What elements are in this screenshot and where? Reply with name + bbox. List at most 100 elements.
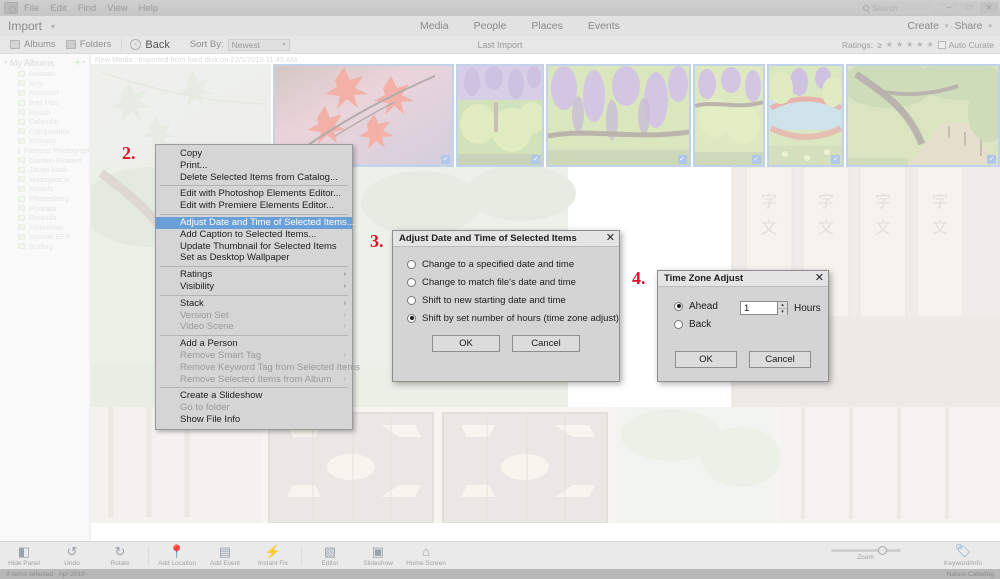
adjust-date-time-dialog[interactable]: Adjust Date and Time of Selected Items ✕… xyxy=(392,230,620,382)
radio-option-back[interactable]: Back xyxy=(674,315,718,333)
chevron-down-icon[interactable]: ▾ xyxy=(945,22,949,30)
context-menu-item[interactable]: Add Caption to Selected Items... xyxy=(156,229,352,241)
context-menu-item[interactable]: Show File Info xyxy=(156,414,352,426)
context-menu-item[interactable]: Edit with Photoshop Elements Editor... xyxy=(156,188,352,200)
radio-option-shift-new-start[interactable]: Shift to new starting date and time xyxy=(393,291,619,309)
radio-icon[interactable] xyxy=(407,259,416,269)
tab-media[interactable]: Media xyxy=(420,20,449,32)
album-item[interactable]: Composition xyxy=(0,127,89,137)
album-item[interactable]: Arty xyxy=(0,79,89,89)
time-zone-adjust-dialog[interactable]: Time Zone Adjust ✕ Ahead Back 1 ▴ ▾ Hour… xyxy=(657,270,829,382)
context-menu-item[interactable]: Edit with Premiere Elements Editor... xyxy=(156,200,352,212)
keyword-info-button[interactable]: 🏷 Keyword/Info xyxy=(934,541,992,569)
import-button[interactable]: Import xyxy=(8,19,42,33)
thumbnail[interactable]: ✓ xyxy=(546,64,691,167)
chevron-down-icon[interactable]: ▾ xyxy=(51,22,55,31)
tab-places[interactable]: Places xyxy=(531,20,563,32)
album-item[interactable]: Assorted xyxy=(0,88,89,98)
radio-option-match-file-datetime[interactable]: Change to match file's date and time xyxy=(393,273,619,291)
menu-file[interactable]: File xyxy=(24,3,39,14)
context-menu-item[interactable]: Create a Slideshow xyxy=(156,390,352,402)
album-item[interactable]: Ethiopia xyxy=(0,136,89,146)
album-item[interactable]: Models xyxy=(0,184,89,194)
star-icon[interactable]: ★ xyxy=(916,40,923,49)
bottom-toolbar-button[interactable]: ▧ Editor xyxy=(306,542,354,570)
thumbnail[interactable]: ✓ xyxy=(766,64,845,167)
context-menu-item[interactable]: Visibility › xyxy=(156,281,352,293)
stepper-up-icon[interactable]: ▴ xyxy=(778,302,787,309)
star-rating[interactable]: ★ ★ ★ ★ ★ xyxy=(886,40,934,49)
album-item[interactable]: Rwanda xyxy=(0,213,89,223)
radio-icon-selected[interactable] xyxy=(674,301,683,311)
bottom-toolbar-button[interactable]: ⌂ Home Screen xyxy=(402,542,450,570)
thumbnail[interactable]: ✓ xyxy=(456,64,544,167)
add-album-icon[interactable]: + xyxy=(75,57,81,69)
star-icon[interactable]: ★ xyxy=(886,40,893,49)
close-icon[interactable]: ✕ xyxy=(815,273,824,284)
bottom-toolbar-button[interactable]: ▣ Slideshow xyxy=(354,542,402,570)
search-input[interactable]: Search xyxy=(860,2,932,14)
ok-button[interactable]: OK xyxy=(432,335,500,352)
triangle-down-icon[interactable]: ▾ xyxy=(4,59,7,66)
chevron-down-icon[interactable]: ▾ xyxy=(988,22,992,30)
sort-by-select[interactable]: Newest ▾ xyxy=(227,38,290,51)
close-icon[interactable]: ✕ xyxy=(606,233,615,244)
bottom-toolbar-button[interactable]: ▤ Add Event xyxy=(201,542,249,570)
albums-sidebar[interactable]: ▾ My Albums + ▾ Animals Arty Assorted Bad P… xyxy=(0,54,90,541)
album-item[interactable]: Surfing xyxy=(0,242,89,252)
cancel-button[interactable]: Cancel xyxy=(749,351,811,368)
bottom-toolbar-button[interactable]: 📍 Add Location xyxy=(153,542,201,570)
radio-option-shift-hours[interactable]: Shift by set number of hours (time zone … xyxy=(393,309,619,327)
star-icon[interactable]: ★ xyxy=(926,40,933,49)
back-button[interactable]: ‹ Back xyxy=(130,39,170,51)
album-item[interactable]: Pilanesberg xyxy=(0,194,89,204)
chevron-down-icon[interactable]: ▾ xyxy=(82,59,85,66)
album-item[interactable]: Animals xyxy=(0,69,89,79)
star-icon[interactable]: ★ xyxy=(896,40,903,49)
album-item[interactable]: Slideshow xyxy=(0,223,89,233)
album-item[interactable]: Special EFX xyxy=(0,232,89,242)
bottom-toolbar-button[interactable]: ◧ Hide Panel xyxy=(0,542,48,570)
menu-edit[interactable]: Edit xyxy=(50,3,66,14)
menu-help[interactable]: Help xyxy=(139,3,159,14)
create-button[interactable]: Create xyxy=(907,20,939,32)
context-menu-item[interactable]: Set as Desktop Wallpaper xyxy=(156,252,352,264)
context-menu-item[interactable]: Add a Person xyxy=(156,338,352,350)
my-albums-header[interactable]: ▾ My Albums + ▾ xyxy=(0,56,89,69)
context-menu-item[interactable]: Ratings › xyxy=(156,269,352,281)
context-menu[interactable]: Copy Print... Delete Selected Items from C… xyxy=(155,144,360,430)
radio-icon[interactable] xyxy=(407,295,416,305)
ratings-operator[interactable]: ≥ xyxy=(877,40,882,50)
albums-tab[interactable]: Albums xyxy=(10,39,56,50)
radio-icon-selected[interactable] xyxy=(407,313,416,323)
album-item[interactable]: Madagascar xyxy=(0,175,89,185)
bottom-toolbar-button[interactable]: ↺ Undo xyxy=(48,542,96,570)
minimize-button[interactable]: – xyxy=(940,2,958,13)
star-icon[interactable]: ★ xyxy=(906,40,913,49)
hours-stepper[interactable]: ▴ ▾ xyxy=(778,301,788,315)
checkbox-icon[interactable] xyxy=(937,40,946,49)
album-item[interactable]: Famous Photographers xyxy=(0,146,89,156)
context-menu-item[interactable]: Delete Selected Items from Catalog... xyxy=(156,172,352,184)
tab-events[interactable]: Events xyxy=(588,20,620,32)
share-button[interactable]: Share xyxy=(954,20,982,32)
close-button[interactable]: ✕ xyxy=(980,2,998,13)
album-item[interactable]: Japan book xyxy=(0,165,89,175)
menu-view[interactable]: View xyxy=(107,3,127,14)
ok-button[interactable]: OK xyxy=(675,351,737,368)
hours-input[interactable]: 1 xyxy=(740,301,778,315)
folders-tab[interactable]: Folders xyxy=(65,39,111,50)
auto-curate-toggle[interactable]: Auto Curate xyxy=(937,40,994,50)
context-menu-item[interactable]: Print... xyxy=(156,160,352,172)
context-menu-item[interactable]: Stack › xyxy=(156,298,352,310)
radio-option-ahead[interactable]: Ahead xyxy=(674,297,718,315)
radio-icon[interactable] xyxy=(674,319,683,329)
thumbnail[interactable]: ✓ xyxy=(692,64,765,167)
album-item[interactable]: Calendar xyxy=(0,117,89,127)
zoom-control[interactable]: Zoom xyxy=(828,541,903,569)
thumbnail[interactable]: ✓ xyxy=(846,64,1000,167)
album-item[interactable]: Garden Flowers xyxy=(0,155,89,165)
cancel-button[interactable]: Cancel xyxy=(512,335,580,352)
bottom-toolbar-button[interactable]: ⚡ Instant Fix xyxy=(249,542,297,570)
album-item[interactable]: Bad Pics xyxy=(0,98,89,108)
